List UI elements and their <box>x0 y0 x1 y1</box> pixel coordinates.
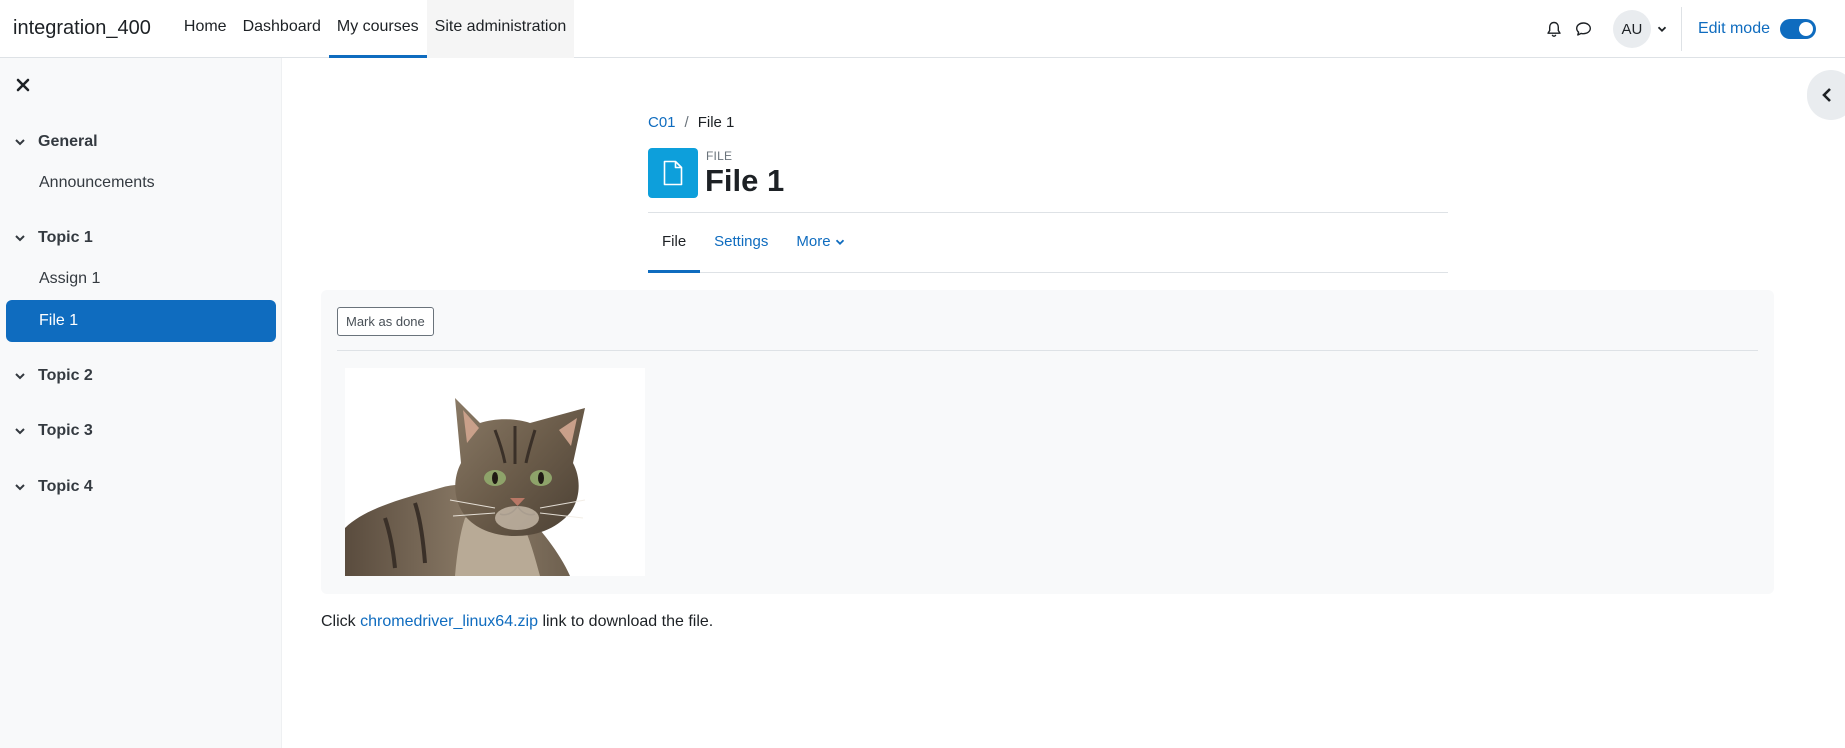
section-title-label: Topic 1 <box>38 229 93 246</box>
secondary-navigation: File Settings More <box>648 213 1448 273</box>
chevron-down-icon <box>15 373 25 380</box>
bell-icon <box>1547 21 1561 37</box>
content-divider <box>337 350 1758 351</box>
section-topic-4[interactable]: Topic 4 <box>14 478 93 496</box>
page-title: File 1 <box>705 163 785 198</box>
user-menu-toggle[interactable]: AU <box>1599 10 1667 48</box>
tab-more[interactable]: More <box>782 213 858 273</box>
tab-more-label: More <box>796 233 831 250</box>
nav-site-administration[interactable]: Site administration <box>426 0 575 58</box>
file-activity-icon-box <box>648 148 698 198</box>
avatar: AU <box>1612 10 1651 48</box>
site-name[interactable]: integration_400 <box>13 17 151 40</box>
breadcrumb-course-link[interactable]: C01 <box>648 114 676 131</box>
activity-content-panel: Mark as done <box>321 290 1774 594</box>
chevron-left-icon <box>1822 88 1831 102</box>
edit-mode-switch[interactable]: Edit mode <box>1698 19 1816 39</box>
nav-home[interactable]: Home <box>176 0 235 58</box>
open-block-drawer-button[interactable] <box>1807 70 1845 120</box>
nav-dashboard[interactable]: Dashboard <box>235 0 329 58</box>
activity-type-label: FILE <box>706 149 733 163</box>
edit-mode-toggle[interactable] <box>1780 19 1816 39</box>
section-title-label: General <box>38 133 98 150</box>
download-suffix: link to download the file. <box>542 613 714 630</box>
chevron-down-icon <box>15 428 25 435</box>
chat-bubble-icon <box>1576 22 1592 36</box>
file-icon <box>663 160 683 186</box>
tab-file[interactable]: File <box>648 213 701 273</box>
mark-as-done-button[interactable]: Mark as done <box>337 307 434 336</box>
section-title-label: Topic 4 <box>38 478 93 495</box>
download-instructions: Click chromedriver_linux64.zip link to d… <box>321 613 713 631</box>
breadcrumb-separator: / <box>684 114 689 131</box>
section-title-label: Topic 3 <box>38 422 93 439</box>
close-icon <box>16 78 30 92</box>
section-title-label: Topic 2 <box>38 367 93 384</box>
tab-settings[interactable]: Settings <box>700 213 782 273</box>
download-prefix: Click <box>321 613 356 630</box>
cat-illustration <box>345 398 586 576</box>
index-item-file-1[interactable]: File 1 <box>6 300 276 342</box>
download-file-link[interactable]: chromedriver_linux64.zip <box>360 613 538 630</box>
top-navbar: integration_400 Home Dashboard My course… <box>0 0 1845 58</box>
chevron-down-icon <box>1657 26 1667 32</box>
breadcrumb: C01 / File 1 <box>648 114 734 131</box>
section-topic-2[interactable]: Topic 2 <box>14 367 93 385</box>
navbar-divider <box>1680 7 1682 51</box>
close-drawer-button[interactable] <box>14 76 32 94</box>
breadcrumb-current: File 1 <box>697 114 735 131</box>
section-topic-3[interactable]: Topic 3 <box>14 422 93 440</box>
index-item-announcements[interactable]: Announcements <box>6 162 276 204</box>
edit-mode-label: Edit mode <box>1697 20 1770 37</box>
chevron-down-icon <box>15 484 25 491</box>
nav-my-courses[interactable]: My courses <box>328 0 427 58</box>
primary-navigation: Home Dashboard My courses Site administr… <box>176 0 575 58</box>
section-topic-1[interactable]: Topic 1 <box>14 229 93 247</box>
course-index-drawer: General Announcements Topic 1 Assign 1 F… <box>0 58 282 748</box>
section-general[interactable]: General <box>14 133 98 151</box>
notifications-button[interactable] <box>1539 14 1569 44</box>
chevron-down-icon <box>15 235 25 242</box>
index-item-assign-1[interactable]: Assign 1 <box>6 258 276 300</box>
toggle-knob <box>1799 22 1813 36</box>
chevron-down-icon <box>835 239 844 245</box>
navbar-right-tools: AU Edit mode <box>1539 0 1845 58</box>
messages-button[interactable] <box>1569 14 1599 44</box>
cat-image <box>345 368 645 576</box>
chevron-down-icon <box>15 139 25 146</box>
